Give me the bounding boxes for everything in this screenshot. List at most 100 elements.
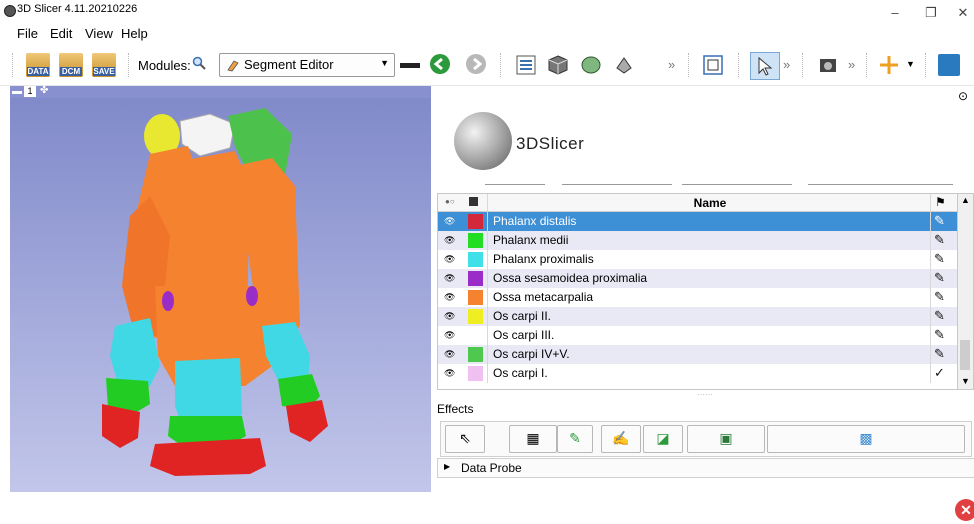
volumes-cube-icon[interactable] xyxy=(547,54,569,76)
segment-color-swatch[interactable] xyxy=(468,271,483,286)
data-probe-panel[interactable]: ▶ Data Probe xyxy=(437,458,974,478)
mouse-mode-pointer-button[interactable] xyxy=(750,52,780,80)
column-divider xyxy=(930,364,931,383)
eye-visibility-icon[interactable]: 👁 xyxy=(444,368,455,379)
segment-color-swatch[interactable] xyxy=(468,366,483,381)
menu-edit[interactable]: Edit xyxy=(50,26,72,41)
overflow-chevron-icon[interactable]: » xyxy=(783,57,790,72)
models-icon[interactable] xyxy=(580,54,602,76)
segment-row[interactable]: 👁 Os carpi I. ✓ xyxy=(438,364,958,383)
effect-grow-from-seeds-button[interactable]: ▩ xyxy=(767,425,965,453)
checkmark-icon[interactable]: ✓ xyxy=(934,365,945,381)
edit-pencil-icon[interactable]: ✎ xyxy=(934,327,945,343)
flag-header-icon[interactable]: ⚑ xyxy=(935,195,946,209)
crosshair-icon[interactable] xyxy=(878,54,900,76)
screenshot-camera-icon[interactable] xyxy=(818,55,838,75)
segment-row[interactable]: 👁 Phalanx distalis ✎ xyxy=(438,212,958,231)
eye-visibility-icon[interactable]: 👁 xyxy=(444,330,455,341)
restore-button[interactable]: ❐ xyxy=(916,4,946,22)
edit-pencil-icon[interactable]: ✎ xyxy=(934,251,945,267)
segment-name[interactable]: Ossa metacarpalia xyxy=(493,290,593,304)
forward-arrow-icon[interactable] xyxy=(466,54,486,74)
segment-color-swatch[interactable] xyxy=(468,214,483,229)
menu-help[interactable]: Help xyxy=(121,26,148,41)
minimize-button[interactable]: – xyxy=(880,4,910,22)
edit-pencil-icon[interactable]: ✎ xyxy=(934,346,945,362)
menu-file[interactable]: File xyxy=(17,26,38,41)
segment-name[interactable]: Os carpi III. xyxy=(493,328,554,342)
3d-view[interactable] xyxy=(10,86,431,492)
load-data-button[interactable]: DATA xyxy=(26,53,50,77)
effect-levels-button[interactable]: ▣ xyxy=(687,425,765,453)
edit-pencil-icon[interactable]: ✎ xyxy=(934,270,945,286)
eye-visibility-icon[interactable]: 👁 xyxy=(444,216,455,227)
eye-visibility-icon[interactable]: 👁 xyxy=(444,311,455,322)
back-arrow-icon[interactable] xyxy=(430,54,450,74)
segment-name[interactable]: Os carpi IV+V. xyxy=(493,347,570,361)
close-button[interactable]: ✕ xyxy=(948,4,974,22)
segment-color-swatch[interactable] xyxy=(468,252,483,267)
scroll-up-arrow-icon[interactable]: ▲ xyxy=(961,195,970,205)
segment-row[interactable]: 👁 Os carpi III. ✎ xyxy=(438,326,958,345)
module-selector[interactable]: Segment Editor ▼ xyxy=(219,53,395,77)
segment-row[interactable]: 👁 Phalanx proximalis ✎ xyxy=(438,250,958,269)
segment-color-swatch[interactable] xyxy=(468,233,483,248)
3d-view-controller-bar[interactable] xyxy=(10,86,431,98)
eye-visibility-icon[interactable]: 👁 xyxy=(444,292,455,303)
menu-view[interactable]: View xyxy=(85,26,113,41)
segment-row[interactable]: 👁 Os carpi II. ✎ xyxy=(438,307,958,326)
effect-draw-button[interactable]: ✍ xyxy=(601,425,641,453)
segment-row[interactable]: 👁 Ossa metacarpalia ✎ xyxy=(438,288,958,307)
segment-color-swatch[interactable] xyxy=(468,309,483,324)
toolbar-separator xyxy=(688,53,691,77)
segments-table-scrollbar[interactable]: ▲ ▼ xyxy=(957,193,974,390)
segment-color-swatch[interactable] xyxy=(468,290,483,305)
effect-none-button[interactable]: ⇖ xyxy=(445,425,485,453)
save-label: SAVE xyxy=(93,67,115,76)
splitter-handle[interactable]: ······ xyxy=(697,390,713,399)
load-dicom-button[interactable]: DCM xyxy=(59,53,83,77)
expand-arrow-icon[interactable]: ▶ xyxy=(444,462,450,471)
overflow-chevron-icon[interactable]: » xyxy=(668,57,675,72)
search-icon[interactable] xyxy=(192,56,206,70)
extensions-manager-icon[interactable] xyxy=(938,54,960,76)
segment-row[interactable]: 👁 Phalanx medii ✎ xyxy=(438,231,958,250)
module-panel-undock-icon[interactable]: ⊙ xyxy=(958,89,968,103)
eye-visibility-icon[interactable]: 👁 xyxy=(444,235,455,246)
effect-threshold-button[interactable]: ▦ xyxy=(509,425,557,453)
save-button[interactable]: SAVE xyxy=(92,53,116,77)
edit-pencil-icon[interactable]: ✎ xyxy=(934,308,945,324)
edit-pencil-icon[interactable]: ✎ xyxy=(934,213,945,229)
segment-row[interactable]: 👁 Ossa sesamoidea proximalia ✎ xyxy=(438,269,958,288)
effect-paint-button[interactable]: ✎ xyxy=(557,425,593,453)
eye-visibility-icon[interactable]: 👁 xyxy=(444,254,455,265)
data-list-icon[interactable] xyxy=(515,54,537,76)
layout-bar-icon[interactable] xyxy=(400,63,420,68)
eye-visibility-icon[interactable]: 👁 xyxy=(444,349,455,360)
scroll-down-arrow-icon[interactable]: ▼ xyxy=(961,376,970,386)
segment-color-swatch[interactable] xyxy=(468,347,483,362)
segment-name[interactable]: Ossa sesamoidea proximalia xyxy=(493,271,647,285)
edit-pencil-icon[interactable]: ✎ xyxy=(934,232,945,248)
error-log-icon[interactable]: ✕ xyxy=(955,499,974,521)
eye-visibility-icon[interactable]: 👁 xyxy=(444,273,455,284)
segment-name[interactable]: Phalanx distalis xyxy=(493,214,576,228)
edit-pencil-icon[interactable]: ✎ xyxy=(934,289,945,305)
view-options-icon[interactable]: ✤ xyxy=(40,85,48,96)
segment-name[interactable]: Phalanx proximalis xyxy=(493,252,594,266)
overflow-chevron-icon[interactable]: » xyxy=(848,57,855,72)
segment-name[interactable]: Os carpi I. xyxy=(493,366,548,380)
chevron-down-icon[interactable]: ▼ xyxy=(906,59,915,69)
pin-icon[interactable]: ▬ xyxy=(12,86,22,97)
transforms-icon[interactable] xyxy=(613,54,635,76)
visibility-header-icon[interactable]: ●○ xyxy=(445,197,455,206)
scrollbar-thumb[interactable] xyxy=(960,340,970,370)
color-header-icon[interactable] xyxy=(469,197,478,206)
effect-erase-button[interactable]: ◪ xyxy=(643,425,683,453)
segment-color-swatch[interactable] xyxy=(468,328,483,343)
name-column-header[interactable]: Name xyxy=(490,196,930,210)
layout-view-icon[interactable] xyxy=(702,54,724,76)
segment-name[interactable]: Phalanx medii xyxy=(493,233,568,247)
segment-row[interactable]: 👁 Os carpi IV+V. ✎ xyxy=(438,345,958,364)
segment-name[interactable]: Os carpi II. xyxy=(493,309,551,323)
